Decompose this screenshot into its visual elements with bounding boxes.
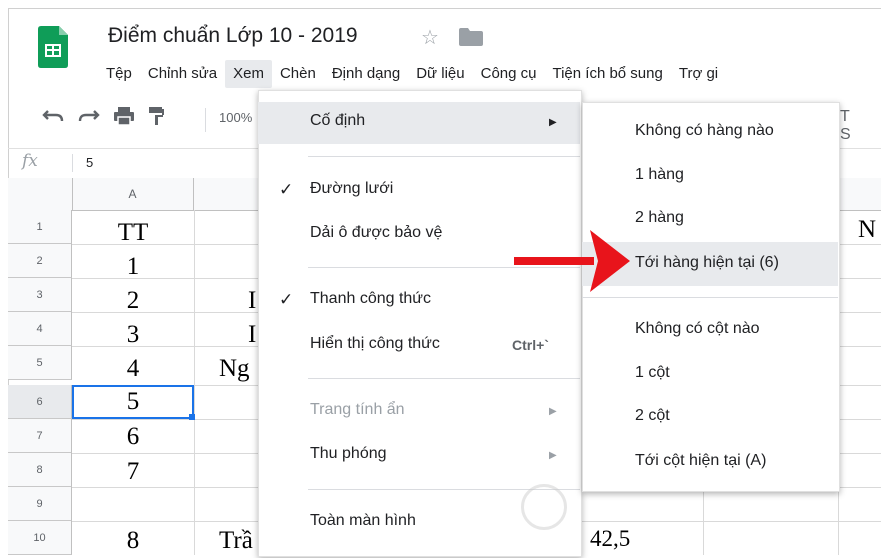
cell-selection	[72, 385, 194, 419]
menu-bar: Tệp Chỉnh sửa Xem Chèn Định dạng Dữ liệu…	[98, 60, 726, 88]
row-header[interactable]: 9	[8, 487, 72, 521]
cell-partial-text[interactable]: N	[858, 216, 876, 244]
cell-score[interactable]: 42,5	[590, 526, 630, 552]
menu-tools[interactable]: Công cụ	[473, 60, 545, 88]
menu-item-gridlines[interactable]: Đường lưới	[310, 180, 393, 198]
undo-icon[interactable]	[42, 108, 64, 124]
row-header[interactable]: 8	[8, 453, 72, 487]
cell-a4[interactable]: 3	[72, 318, 194, 352]
freeze-2-rows[interactable]: 2 hàng	[635, 209, 684, 227]
cell-b3[interactable]: I	[248, 284, 256, 318]
menu-separator	[308, 378, 580, 379]
cell-b4[interactable]: I	[248, 318, 256, 352]
select-all-corner[interactable]	[8, 178, 73, 210]
menu-item-fullscreen[interactable]: Toàn màn hình	[310, 512, 416, 530]
watermark-logo-icon	[521, 484, 567, 530]
row-header[interactable]: 4	[8, 312, 72, 346]
freeze-no-rows[interactable]: Không có hàng nào	[635, 122, 774, 140]
freeze-no-columns[interactable]: Không có cột nào	[635, 320, 760, 338]
row-header[interactable]: 7	[8, 419, 72, 453]
redo-icon[interactable]	[78, 108, 100, 124]
submenu-arrow-icon: ▶	[549, 406, 557, 417]
cell-a2[interactable]: 1	[72, 250, 194, 284]
folder-icon[interactable]	[459, 28, 483, 46]
freeze-1-row[interactable]: 1 hàng	[635, 166, 684, 184]
zoom-select[interactable]: 100%	[219, 110, 252, 125]
shortcut-label: Ctrl+`	[512, 337, 549, 353]
submenu-arrow-icon: ▶	[549, 450, 557, 461]
toolbar-divider	[205, 108, 206, 132]
menu-format[interactable]: Định dạng	[324, 60, 408, 88]
menu-separator	[308, 156, 580, 157]
print-icon[interactable]	[114, 107, 134, 125]
cell-b5[interactable]: Ng	[219, 352, 250, 386]
cell-a1[interactable]: TT	[72, 216, 194, 250]
menu-edit[interactable]: Chỉnh sửa	[140, 60, 225, 88]
menu-item-protected-ranges[interactable]: Dải ô được bảo vệ	[310, 224, 442, 242]
menu-item-show-formulas[interactable]: Hiển thị công thức	[310, 335, 440, 353]
menu-item-freeze[interactable]: Cố định	[310, 112, 365, 130]
menu-help[interactable]: Trợ gi	[671, 60, 726, 88]
grid-line	[194, 210, 195, 555]
menu-item-zoom[interactable]: Thu phóng	[310, 445, 387, 463]
row-header[interactable]: 1	[8, 210, 72, 244]
menu-item-formula-bar[interactable]: Thanh công thức	[310, 290, 431, 308]
sheets-logo-icon[interactable]	[38, 26, 68, 68]
menu-item-hidden-sheets[interactable]: Trang tính ẩn	[310, 401, 405, 419]
column-header-a[interactable]: A	[72, 178, 194, 210]
freeze-1-column[interactable]: 1 cột	[635, 364, 670, 382]
red-arrow-icon	[514, 230, 630, 292]
toolbar-more-icons[interactable]: T​S	[840, 108, 881, 144]
cell-a5[interactable]: 4	[72, 352, 194, 386]
menu-file[interactable]: Tệp	[98, 60, 140, 88]
menu-addons[interactable]: Tiện ích bổ sung	[544, 60, 670, 88]
submenu-arrow-icon: ▶	[549, 117, 557, 128]
cell-a7[interactable]: 6	[72, 420, 194, 454]
menu-data[interactable]: Dữ liệu	[408, 60, 472, 88]
document-title[interactable]: Điểm chuẩn Lớp 10 - 2019	[108, 24, 358, 48]
fill-handle[interactable]	[189, 414, 195, 420]
row-header[interactable]: 6	[8, 385, 72, 419]
row-header[interactable]: 3	[8, 278, 72, 312]
row-header[interactable]: 10	[8, 521, 72, 555]
cell-b10[interactable]: Trầ	[219, 524, 253, 558]
star-icon[interactable]: ☆	[421, 25, 439, 50]
freeze-to-current-row[interactable]: Tới hàng hiện tại (6)	[635, 254, 779, 272]
cell-a9[interactable]	[72, 487, 194, 521]
cell-a8[interactable]: 7	[72, 455, 194, 489]
cell-a3[interactable]: 2	[72, 284, 194, 318]
menu-highlight	[258, 102, 580, 144]
check-icon: ✓	[279, 180, 294, 199]
freeze-2-columns[interactable]: 2 cột	[635, 407, 670, 425]
freeze-to-current-column[interactable]: Tới cột hiện tại (A)	[635, 452, 766, 470]
paint-format-icon[interactable]	[148, 106, 164, 126]
fx-icon: fx	[22, 151, 38, 171]
toolbar	[42, 106, 164, 126]
formula-divider	[72, 154, 73, 172]
row-header[interactable]: 5	[8, 346, 72, 380]
menu-view[interactable]: Xem	[225, 60, 272, 88]
row-header[interactable]: 2	[8, 244, 72, 278]
check-icon: ✓	[279, 290, 294, 309]
menu-insert[interactable]: Chèn	[272, 60, 324, 88]
formula-input[interactable]: 5	[86, 155, 93, 170]
cell-a10[interactable]: 8	[72, 524, 194, 558]
